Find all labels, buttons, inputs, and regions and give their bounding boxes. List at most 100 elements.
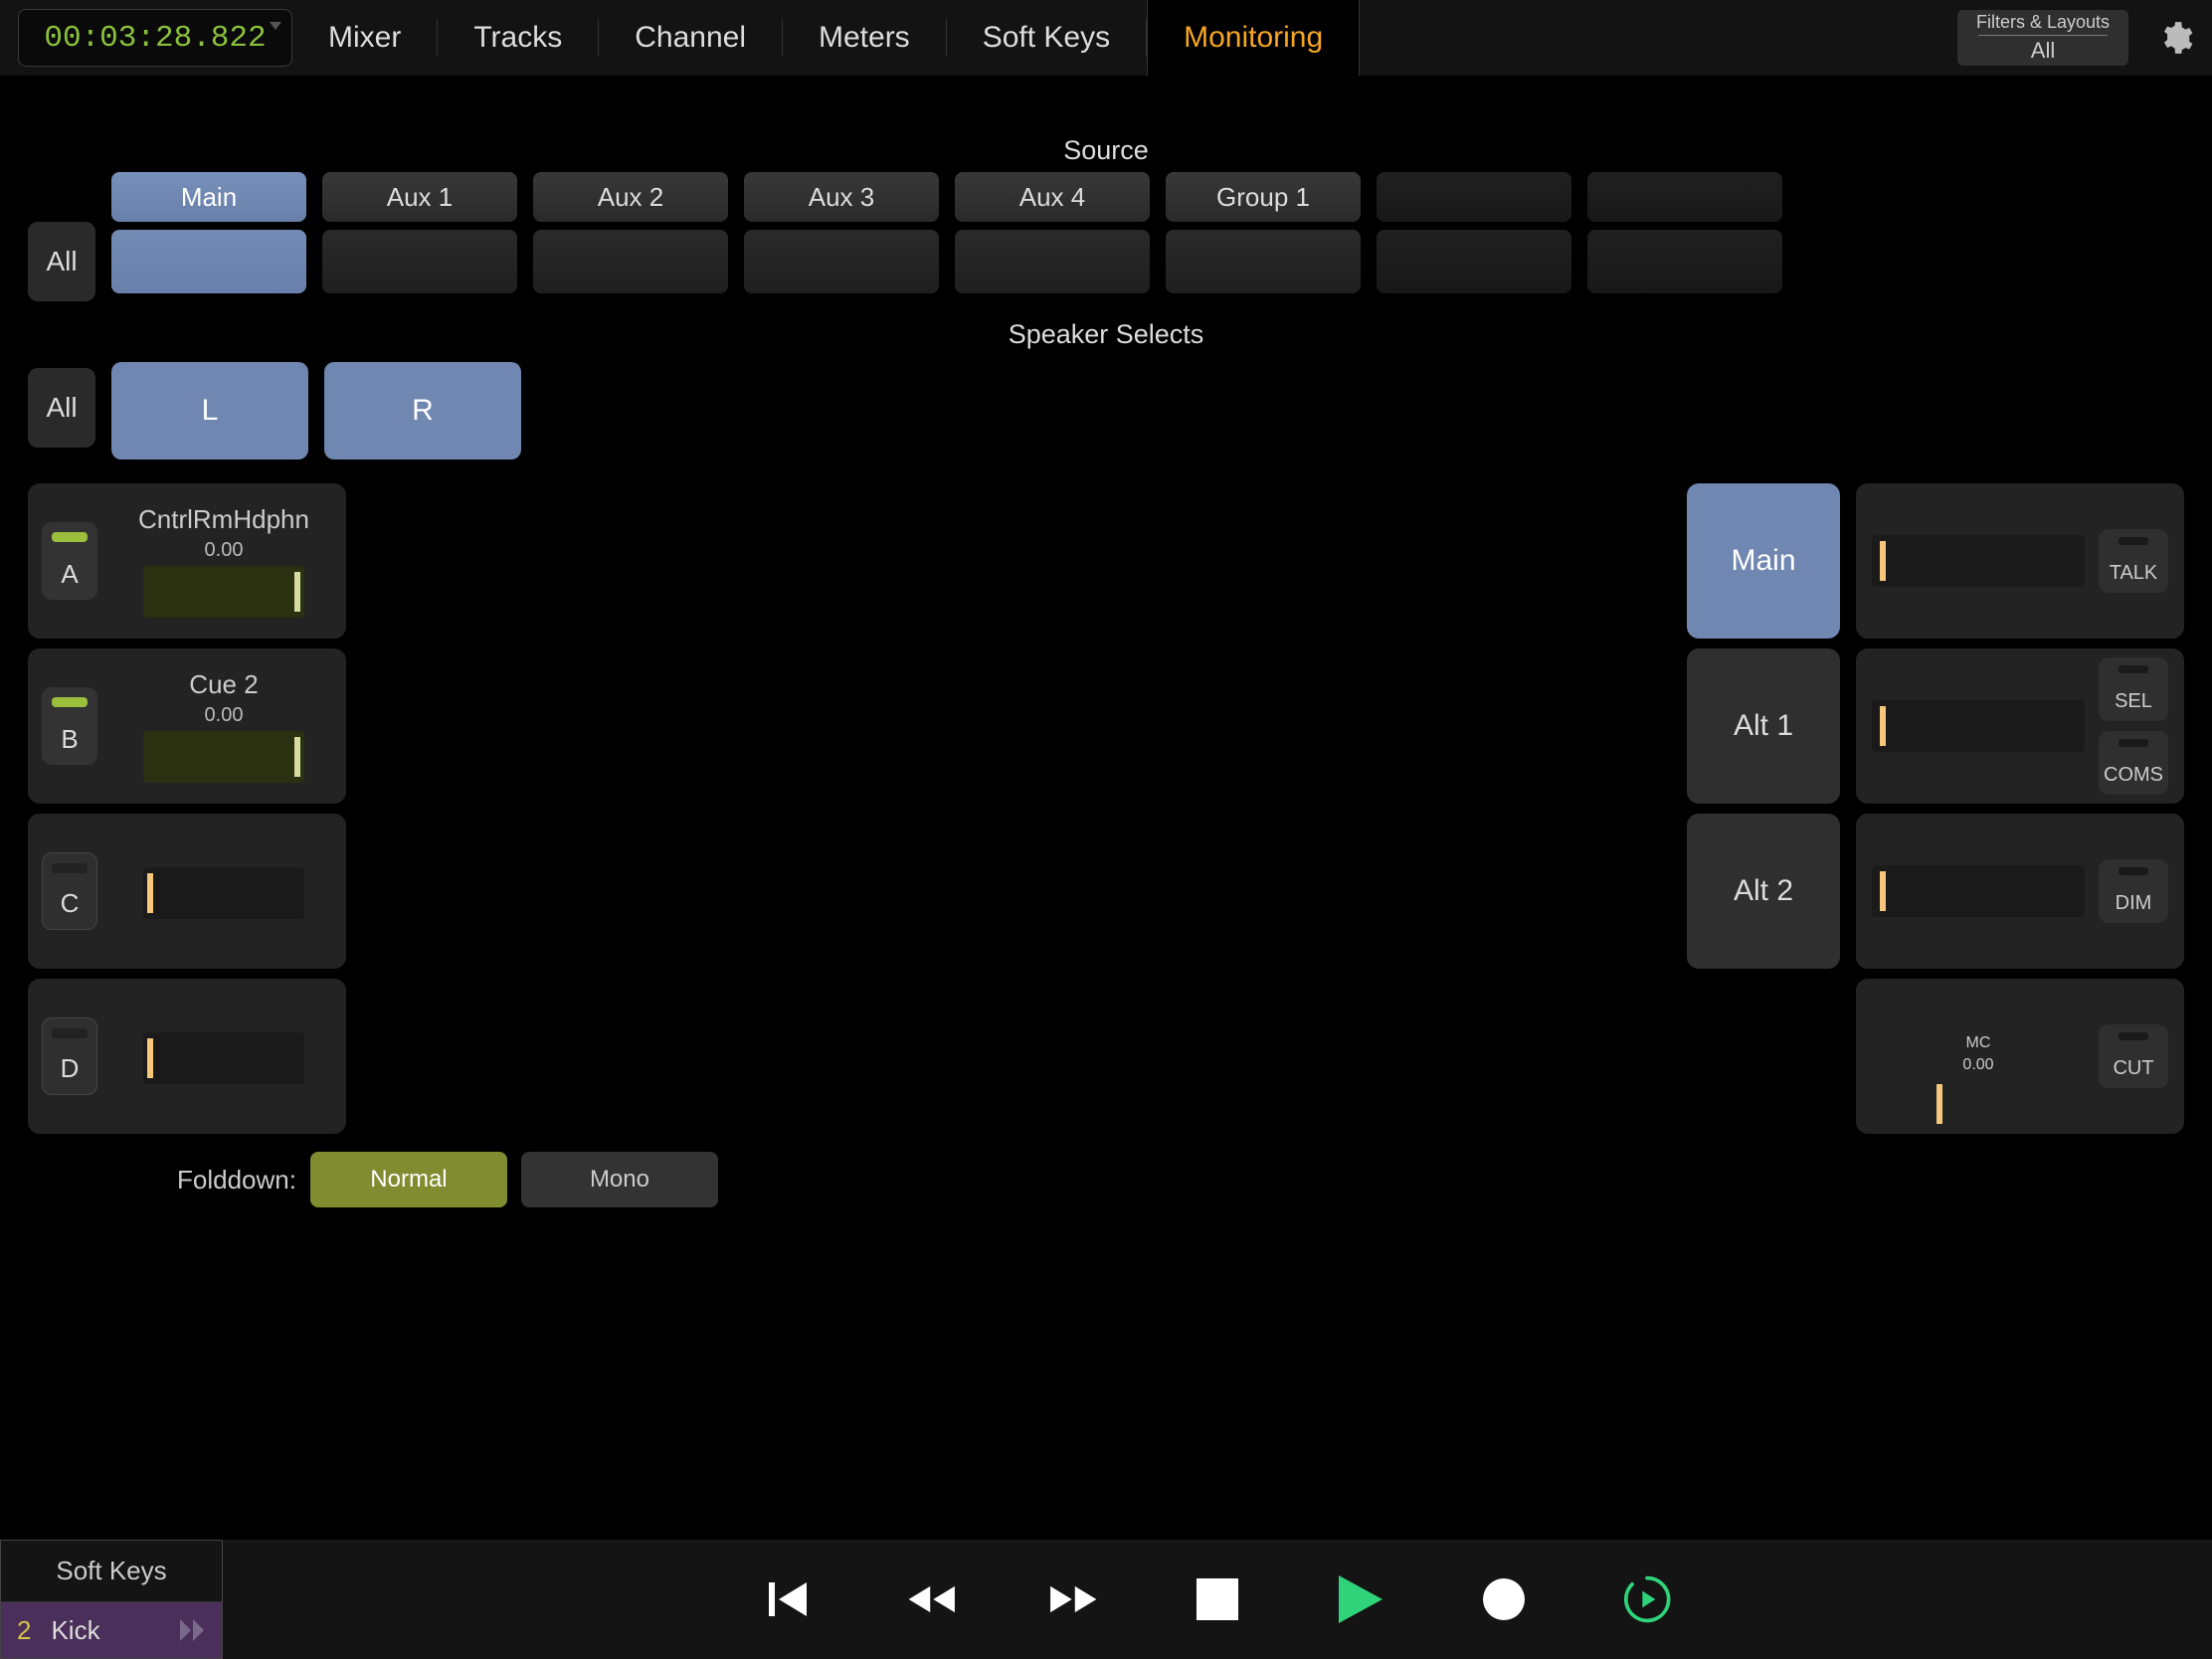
cue-slot-c[interactable]: C bbox=[28, 814, 346, 969]
speaker-l[interactable]: L bbox=[111, 362, 308, 460]
source-label: Aux 2 bbox=[533, 172, 728, 222]
source-sub bbox=[322, 230, 517, 293]
speaker-all-button[interactable]: All bbox=[28, 368, 95, 448]
level-meter[interactable] bbox=[1872, 535, 2085, 587]
source-title: Source bbox=[28, 135, 2184, 166]
softkey-name: Kick bbox=[51, 1615, 99, 1646]
coms-button[interactable]: COMS bbox=[2099, 731, 2168, 795]
cut-button[interactable]: CUT bbox=[2099, 1024, 2168, 1088]
gear-icon[interactable] bbox=[2156, 19, 2194, 57]
monitor-slot-0: TALK bbox=[1856, 483, 2184, 639]
folddown-mono[interactable]: Mono bbox=[521, 1152, 718, 1207]
level-meter bbox=[143, 731, 304, 783]
source-empty-6[interactable] bbox=[1377, 172, 1571, 301]
fastforward-icon bbox=[180, 1619, 206, 1641]
source-label bbox=[1587, 172, 1782, 222]
timecode-display[interactable]: 00:03:28.822 bbox=[18, 9, 292, 67]
source-all-button[interactable]: All bbox=[28, 222, 95, 301]
fastforward-icon[interactable] bbox=[1047, 1572, 1101, 1626]
source-sub bbox=[1377, 230, 1571, 293]
source-sub bbox=[744, 230, 939, 293]
led-indicator bbox=[2119, 665, 2148, 673]
monitor-alt-2[interactable]: Alt 2 bbox=[1687, 814, 1840, 969]
stop-icon[interactable] bbox=[1191, 1572, 1244, 1626]
cue-slot-a[interactable]: A CntrlRmHdphn 0.00 bbox=[28, 483, 346, 639]
slot-letter[interactable]: A bbox=[42, 522, 97, 600]
level-meter bbox=[143, 1032, 304, 1084]
source-aux-4[interactable]: Aux 4 bbox=[955, 172, 1150, 301]
softkeys-track[interactable]: 2 Kick bbox=[1, 1602, 222, 1658]
source-aux-2[interactable]: Aux 2 bbox=[533, 172, 728, 301]
monitor-slot-3: MC 0.00 CUT bbox=[1856, 979, 2184, 1134]
source-empty-7[interactable] bbox=[1587, 172, 1782, 301]
folddown-label: Folddown: bbox=[177, 1165, 296, 1196]
folddown-normal[interactable]: Normal bbox=[310, 1152, 507, 1207]
main-tabs: MixerTracksChannelMetersSoft KeysMonitor… bbox=[292, 0, 1957, 76]
monitor-main[interactable]: Main bbox=[1687, 483, 1840, 639]
play-icon[interactable] bbox=[1334, 1572, 1387, 1626]
slot-letter[interactable]: C bbox=[42, 852, 97, 930]
source-label: Aux 3 bbox=[744, 172, 939, 222]
loop-icon[interactable] bbox=[1620, 1572, 1674, 1626]
skip-start-icon[interactable] bbox=[761, 1572, 815, 1626]
slot-value: 0.00 bbox=[205, 539, 244, 562]
led-indicator bbox=[2119, 739, 2148, 747]
softkeys-panel: Soft Keys 2 Kick bbox=[0, 1540, 223, 1659]
slot-letter[interactable]: D bbox=[42, 1017, 97, 1095]
source-sub bbox=[1166, 230, 1361, 293]
monitor-slot-2: DIM bbox=[1856, 814, 2184, 969]
source-sub bbox=[533, 230, 728, 293]
source-label: Aux 4 bbox=[955, 172, 1150, 222]
tab-meters[interactable]: Meters bbox=[783, 0, 946, 76]
led-indicator bbox=[52, 1028, 88, 1038]
level-meter bbox=[143, 566, 304, 618]
level-meter[interactable] bbox=[1872, 700, 2085, 752]
source-label: Group 1 bbox=[1166, 172, 1361, 222]
source-aux-1[interactable]: Aux 1 bbox=[322, 172, 517, 301]
led-indicator bbox=[2119, 537, 2148, 545]
mc-name: MC bbox=[1966, 1034, 1991, 1052]
led-indicator bbox=[2119, 867, 2148, 875]
divider bbox=[1978, 35, 2108, 36]
tab-soft-keys[interactable]: Soft Keys bbox=[947, 0, 1146, 76]
source-label: Main bbox=[111, 172, 306, 222]
talk-button[interactable]: TALK bbox=[2099, 529, 2168, 593]
led-indicator bbox=[52, 697, 88, 707]
speaker-r[interactable]: R bbox=[324, 362, 521, 460]
speaker-title: Speaker Selects bbox=[28, 319, 2184, 350]
source-sub bbox=[111, 230, 306, 293]
rewind-icon[interactable] bbox=[904, 1572, 958, 1626]
filters-title: Filters & Layouts bbox=[1976, 12, 2110, 33]
led-indicator bbox=[52, 532, 88, 542]
monitor-alt-1[interactable]: Alt 1 bbox=[1687, 648, 1840, 804]
level-meter[interactable] bbox=[1872, 865, 2085, 917]
led-indicator bbox=[52, 863, 88, 873]
cue-slot-d[interactable]: D bbox=[28, 979, 346, 1134]
softkeys-title[interactable]: Soft Keys bbox=[1, 1541, 222, 1602]
monitor-slot-1: SEL COMS bbox=[1856, 648, 2184, 804]
tab-tracks[interactable]: Tracks bbox=[438, 0, 598, 76]
tab-mixer[interactable]: Mixer bbox=[292, 0, 437, 76]
source-aux-3[interactable]: Aux 3 bbox=[744, 172, 939, 301]
sel-button[interactable]: SEL bbox=[2099, 657, 2168, 721]
source-label bbox=[1377, 172, 1571, 222]
dim-button[interactable]: DIM bbox=[2099, 859, 2168, 923]
slot-name: Cue 2 bbox=[189, 669, 258, 700]
source-sub bbox=[955, 230, 1150, 293]
mc-value: 0.00 bbox=[1962, 1056, 1993, 1074]
source-main[interactable]: Main bbox=[111, 172, 306, 301]
level-meter bbox=[143, 867, 304, 919]
cue-slot-b[interactable]: B Cue 2 0.00 bbox=[28, 648, 346, 804]
tab-monitoring[interactable]: Monitoring bbox=[1147, 0, 1360, 76]
softkey-number: 2 bbox=[17, 1615, 31, 1646]
slot-value: 0.00 bbox=[205, 704, 244, 727]
timecode-value: 00:03:28.822 bbox=[44, 21, 266, 56]
slot-name: CntrlRmHdphn bbox=[138, 504, 309, 535]
slot-letter[interactable]: B bbox=[42, 687, 97, 765]
filters-layouts-button[interactable]: Filters & Layouts All bbox=[1957, 10, 2128, 66]
source-group-1[interactable]: Group 1 bbox=[1166, 172, 1361, 301]
source-label: Aux 1 bbox=[322, 172, 517, 222]
record-icon[interactable] bbox=[1477, 1572, 1531, 1626]
tab-channel[interactable]: Channel bbox=[599, 0, 782, 76]
led-indicator bbox=[2119, 1032, 2148, 1040]
